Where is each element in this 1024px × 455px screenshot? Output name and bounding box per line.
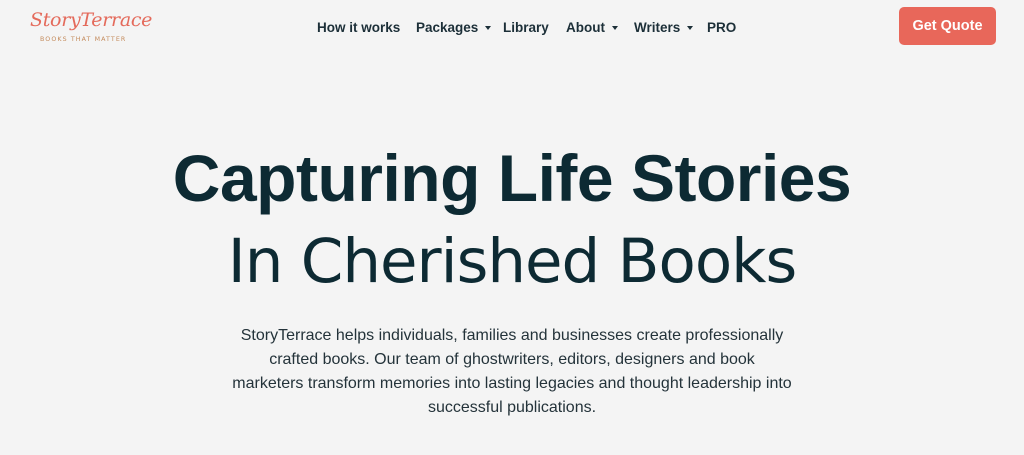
hero-description-line: crafted books. Our team of ghostwriters,… — [269, 351, 755, 368]
nav-item-packages[interactable]: Packages — [416, 17, 492, 37]
nav-item-library[interactable]: Library — [503, 17, 549, 37]
caret-down-icon — [611, 25, 618, 30]
hero-description-line: marketers transform memories into lastin… — [232, 375, 792, 392]
storyterrace-logo[interactable]: StoryTerrace BOOKS THAT MATTER — [30, 9, 152, 45]
caret-down-icon — [485, 25, 492, 30]
get-quote-button[interactable]: Get Quote — [899, 7, 996, 45]
logo-tagline: BOOKS THAT MATTER — [40, 36, 127, 43]
hero-description-line: StoryTerrace helps individuals, families… — [240, 327, 784, 344]
hero-description-line: successful publications. — [427, 399, 597, 416]
hero-title: Capturing Life Stories — [172, 141, 852, 215]
page: StoryTerrace BOOKS THAT MATTER How it wo… — [0, 0, 1024, 455]
nav-item-about[interactable]: About — [566, 17, 618, 37]
hero-description: StoryTerrace helps individuals, families… — [200, 324, 824, 420]
nav-item-label: Packages — [416, 19, 479, 35]
nav-item-label: How it works — [317, 19, 401, 35]
nav-item-label: About — [566, 19, 605, 35]
nav-item-pro[interactable]: PRO — [707, 17, 736, 37]
caret-down-icon — [687, 25, 694, 30]
logo-wordmark: StoryTerrace — [30, 9, 153, 31]
hero-subtitle: In Cherished Books — [227, 226, 798, 297]
nav-item-label: Library — [503, 19, 549, 35]
site-header: StoryTerrace BOOKS THAT MATTER How it wo… — [0, 0, 1024, 54]
nav-item-label: Writers — [634, 19, 681, 35]
nav-item-writers[interactable]: Writers — [634, 17, 694, 37]
nav-item-how-it-works[interactable]: How it works — [317, 17, 400, 37]
nav-item-label: PRO — [707, 19, 737, 35]
